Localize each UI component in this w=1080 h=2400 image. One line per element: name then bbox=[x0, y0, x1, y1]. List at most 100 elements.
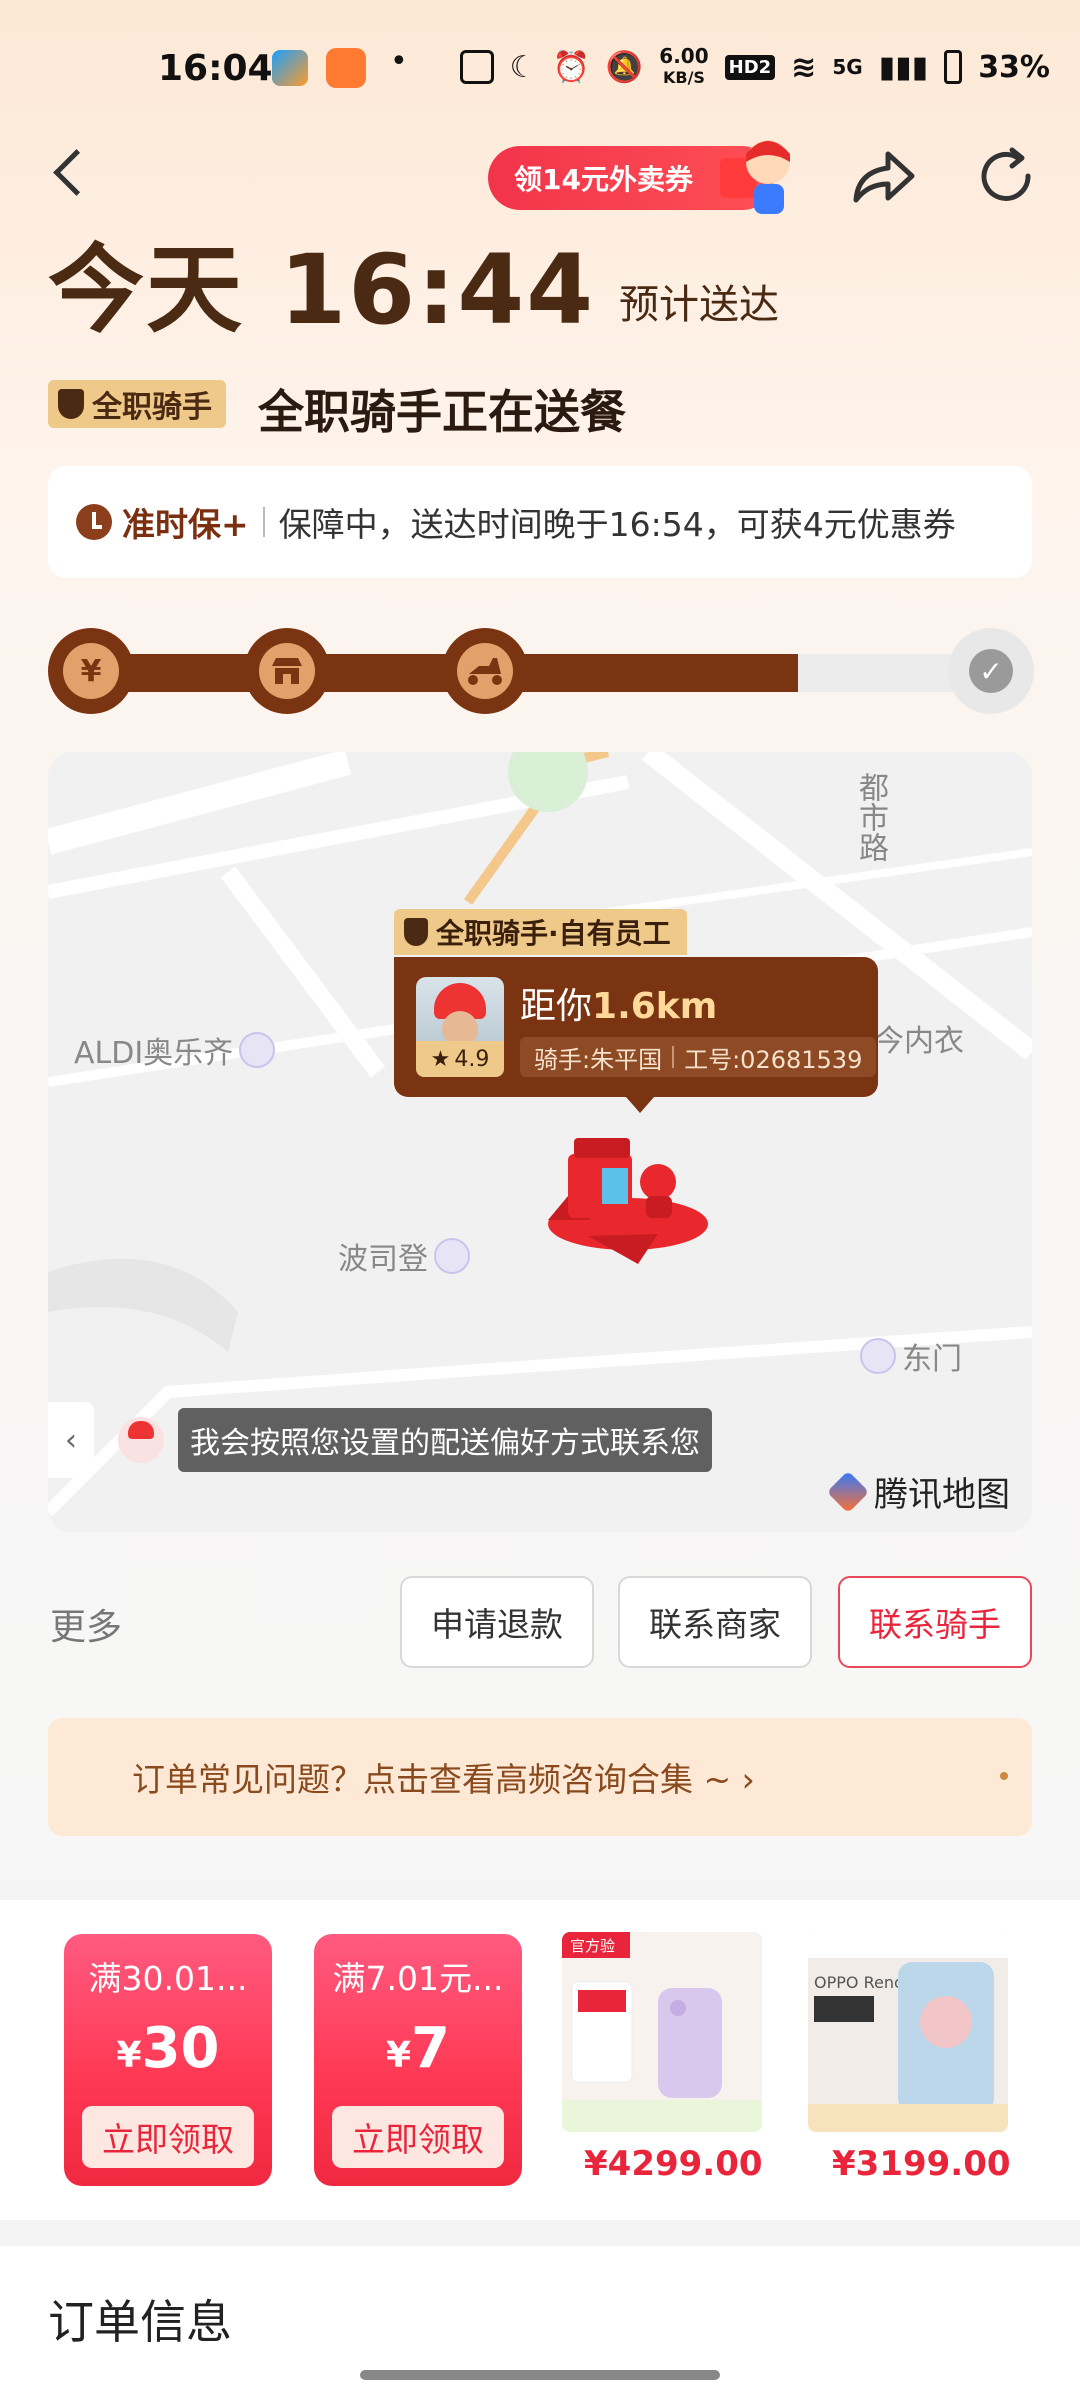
step-delivered: ✓ bbox=[948, 628, 1034, 714]
step-delivering bbox=[442, 628, 528, 714]
rider-id: 工号:02681539 bbox=[684, 1045, 863, 1074]
contact-merchant-button[interactable]: 联系商家 bbox=[618, 1576, 812, 1668]
signal-icon: ▮▮▮ bbox=[878, 49, 929, 85]
rider-mini-avatar bbox=[118, 1417, 164, 1463]
nfc-icon bbox=[459, 50, 494, 84]
refresh-icon[interactable] bbox=[972, 142, 1040, 210]
step-store bbox=[244, 628, 330, 714]
shield-icon bbox=[404, 918, 428, 946]
map-label-road: 都市路 bbox=[848, 772, 892, 862]
delivery-status: 全职骑手正在送餐 bbox=[258, 385, 626, 439]
map-provider-name: 腾讯地图 bbox=[874, 1475, 1010, 1515]
coupon-card-1[interactable]: 满30.01... ¥30 立即领取 bbox=[64, 1934, 272, 2186]
tencent-map-logo-icon bbox=[826, 1470, 870, 1513]
signal-label: 5G bbox=[832, 55, 863, 79]
net-speed-value: 6.00 bbox=[659, 44, 709, 68]
claim-coupon-button[interactable]: 立即领取 bbox=[82, 2106, 254, 2168]
product-phone-2[interactable]: OPPO Reno16 bbox=[808, 1932, 1008, 2132]
product-phone-1[interactable]: 官方验 bbox=[562, 1932, 762, 2132]
map-label-boston-text: 波司登 bbox=[338, 1242, 428, 1277]
contact-rider-button[interactable]: 联系骑手 bbox=[838, 1576, 1032, 1668]
more-label[interactable]: 更多 bbox=[50, 1598, 122, 1650]
star-icon: ★ bbox=[430, 1046, 451, 1072]
map-provider: 腾讯地图 bbox=[826, 1467, 1010, 1516]
coupon-card-2[interactable]: 满7.01元... ¥7 立即领取 bbox=[314, 1934, 522, 2186]
rider-tag-label: 全职骑手·自有员工 bbox=[436, 917, 671, 950]
mascot-icon bbox=[720, 140, 790, 214]
map-label-road-text: 都市路 bbox=[853, 772, 888, 862]
check-icon: ✓ bbox=[969, 649, 1013, 693]
request-refund-button[interactable]: 申请退款 bbox=[400, 1576, 594, 1668]
map-label-shop-text: 今内衣 bbox=[874, 1024, 964, 1059]
store-icon bbox=[259, 643, 315, 699]
rider-distance-value: 1.6km bbox=[592, 986, 718, 1027]
map-label-boston: 波司登 bbox=[338, 1234, 470, 1278]
app-notification-icon bbox=[272, 50, 308, 86]
moon-icon: ☾ bbox=[509, 49, 537, 85]
map-label-shop: 今内衣 bbox=[874, 1016, 964, 1060]
share-icon[interactable] bbox=[848, 146, 918, 210]
net-speed: 6.00 KB/S bbox=[659, 46, 708, 88]
on-time-guarantee[interactable]: 准时保+ 保障中，送达时间晚于16:54，可获4元优惠券 bbox=[48, 466, 1032, 578]
net-speed-unit: KB/S bbox=[662, 68, 705, 87]
faq-text: 订单常见问题？点击查看高频咨询合集 ~ › bbox=[132, 1760, 755, 1799]
rider-notice: ‹ 我会按照您设置的配送偏好方式联系您 bbox=[48, 1402, 712, 1478]
map-label-aldi-text: ALDI奥乐齐 bbox=[74, 1036, 234, 1071]
map-label-east-gate-text: 东门 bbox=[902, 1342, 962, 1377]
bag-icon bbox=[434, 1238, 470, 1274]
clock-icon bbox=[76, 504, 112, 540]
rider-name: 骑手:朱平国 bbox=[534, 1045, 663, 1074]
divider bbox=[262, 507, 265, 537]
coupon-pill-label: 领14元外卖券 bbox=[514, 163, 693, 196]
product-image-1: 官方验 bbox=[562, 1932, 762, 2132]
claim-coupon-button[interactable]: 立即领取 bbox=[332, 2106, 504, 2168]
coupon-amount: ¥30 bbox=[64, 2016, 272, 2081]
eta-row: 今天 16:44 预计送达 bbox=[48, 240, 779, 340]
delivery-map[interactable]: ALDI奥乐齐 波司登 东门 都市路 今内衣 全职骑手·自有员工 ★ 4.9 距… bbox=[48, 752, 1032, 1532]
guarantee-text: 保障中，送达时间晚于16:54，可获4元优惠券 bbox=[278, 505, 956, 544]
product-price-1: ¥4299.00 bbox=[584, 2144, 763, 2184]
guarantee-title: 准时保+ bbox=[122, 505, 249, 544]
wifi-icon: ≋ bbox=[791, 49, 817, 85]
eta-suffix: 预计送达 bbox=[619, 282, 779, 328]
home-indicator[interactable] bbox=[360, 2370, 720, 2380]
fulltime-rider-badge-label: 全职骑手 bbox=[92, 390, 212, 425]
scooter-icon bbox=[457, 643, 513, 699]
coupon-currency: ¥ bbox=[385, 2035, 412, 2076]
hd-badge: HD2 bbox=[724, 54, 776, 80]
coupon-amount: ¥7 bbox=[314, 2016, 522, 2081]
eta-time: 今天 16:44 bbox=[48, 234, 595, 346]
battery-icon bbox=[944, 50, 963, 84]
rider-rating: ★ 4.9 bbox=[416, 1041, 504, 1077]
status-bar: 16:04 • ☾ ⏰ 🔕 6.00 KB/S HD2 ≋ 5G ▮▮▮ 33% bbox=[0, 40, 1080, 100]
yen-icon: ¥ bbox=[63, 643, 119, 699]
alarm-icon: ⏰ bbox=[552, 49, 590, 85]
notice-bubble: 我会按照您设置的配送偏好方式联系您 bbox=[178, 1408, 712, 1472]
map-label-aldi: ALDI奥乐齐 bbox=[74, 1028, 276, 1072]
faq-banner[interactable]: 订单常见问题？点击查看高频咨询合集 ~ › bbox=[48, 1718, 1032, 1836]
delivery-progress: ¥ ✓ bbox=[48, 628, 1034, 718]
gate-icon bbox=[860, 1338, 896, 1374]
app-notification-icon-2 bbox=[326, 48, 366, 88]
more-notifications-dot: • bbox=[390, 44, 408, 79]
product-image-2: OPPO Reno16 bbox=[808, 1932, 1008, 2132]
step-paid: ¥ bbox=[48, 628, 134, 714]
status-right: ☾ ⏰ 🔕 6.00 KB/S HD2 ≋ 5G ▮▮▮ 33% bbox=[459, 46, 1050, 88]
map-label-east-gate: 东门 bbox=[860, 1334, 962, 1378]
coupon-condition: 满7.01元... bbox=[332, 1959, 504, 1998]
fulltime-rider-badge: 全职骑手 bbox=[48, 380, 226, 428]
rider-rating-value: 4.9 bbox=[454, 1046, 490, 1072]
coupon-condition: 满30.01... bbox=[88, 1959, 248, 1998]
rider-identity: 骑手:朱平国 工号:02681539 bbox=[520, 1037, 877, 1077]
coupon-currency: ¥ bbox=[116, 2035, 142, 2076]
decor-dot bbox=[1000, 1772, 1008, 1780]
rider-distance: 距你1.6km bbox=[520, 977, 717, 1029]
cart-icon bbox=[239, 1032, 276, 1068]
coupon-amount-value: 30 bbox=[141, 2016, 220, 2081]
product-tag: 官方验 bbox=[570, 1937, 615, 1955]
divider bbox=[672, 1046, 675, 1068]
rider-info-card[interactable]: ★ 4.9 距你1.6km 骑手:朱平国 工号:02681539 bbox=[394, 957, 878, 1113]
rider-plane-marker-icon bbox=[548, 1138, 708, 1264]
collapse-arrow[interactable]: ‹ bbox=[48, 1402, 94, 1478]
back-button[interactable] bbox=[42, 140, 98, 204]
